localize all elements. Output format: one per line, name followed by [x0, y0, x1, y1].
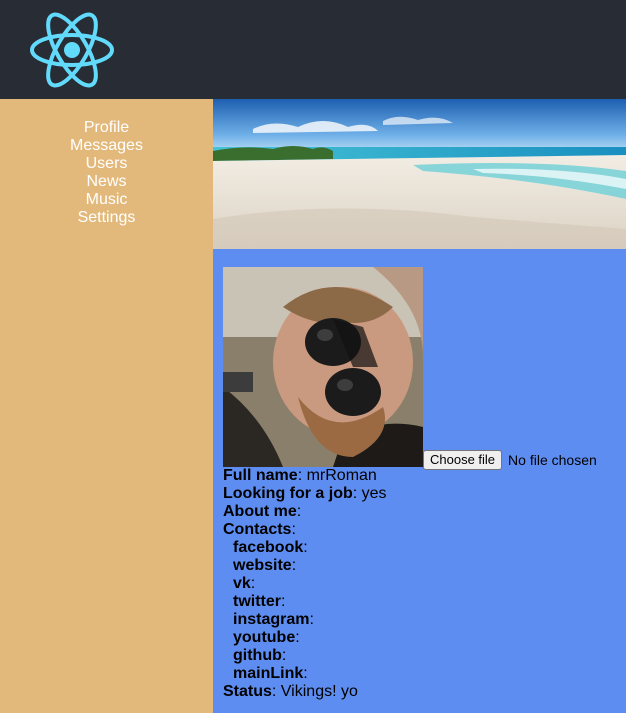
contact-item: facebook:	[233, 539, 308, 556]
contact-label: twitter	[233, 593, 281, 610]
contact-label: instagram	[233, 611, 310, 628]
contact-item: vk:	[233, 575, 256, 592]
profile-avatar	[223, 267, 423, 467]
full-name-label: Full name	[223, 467, 298, 484]
status-label: Status	[223, 683, 272, 700]
contact-item: twitter:	[233, 593, 286, 610]
contact-label: facebook	[233, 539, 304, 556]
nav-item-users[interactable]: Users	[0, 155, 213, 173]
about-label: About me	[223, 503, 297, 520]
contact-item: mainLink:	[233, 665, 308, 682]
status-row: Status: Vikings! yo	[223, 683, 358, 700]
sidebar-nav: Profile Messages Users News Music Settin…	[0, 99, 213, 713]
nav-item-settings[interactable]: Settings	[0, 209, 213, 227]
profile-panel: Choose file No file chosen Full name: mr…	[213, 249, 626, 713]
nav-item-news[interactable]: News	[0, 173, 213, 191]
contact-item: github:	[233, 647, 287, 664]
file-status-text: No file chosen	[508, 452, 597, 468]
full-name-value: mrRoman	[306, 467, 377, 484]
react-logo-icon	[30, 12, 114, 88]
avatar-row: Choose file No file chosen	[223, 259, 626, 470]
about-row: About me:	[223, 503, 302, 520]
contact-label: mainLink	[233, 665, 304, 682]
contacts-row: Contacts:	[223, 521, 296, 538]
job-label: Looking for a job	[223, 485, 353, 502]
job-row: Looking for a job: yes	[223, 485, 387, 502]
contact-label: youtube	[233, 629, 296, 646]
app-header	[0, 0, 626, 99]
contact-item: instagram:	[233, 611, 314, 628]
contact-label: website	[233, 557, 292, 574]
contact-item: website:	[233, 557, 297, 574]
contact-label: vk	[233, 575, 251, 592]
choose-file-button[interactable]: Choose file	[423, 450, 503, 470]
nav-item-music[interactable]: Music	[0, 191, 213, 209]
file-upload: Choose file No file chosen	[423, 450, 597, 470]
beach-banner-image	[213, 99, 626, 249]
contact-item: youtube:	[233, 629, 300, 646]
status-value[interactable]: Vikings! yo	[281, 683, 358, 700]
job-value: yes	[361, 485, 387, 502]
contacts-label: Contacts	[223, 521, 292, 538]
nav-item-profile[interactable]: Profile	[0, 119, 213, 137]
nav-item-messages[interactable]: Messages	[0, 137, 213, 155]
contacts-list: facebook: website: vk: twitter: instagra…	[223, 539, 626, 683]
contact-label: github	[233, 647, 282, 664]
